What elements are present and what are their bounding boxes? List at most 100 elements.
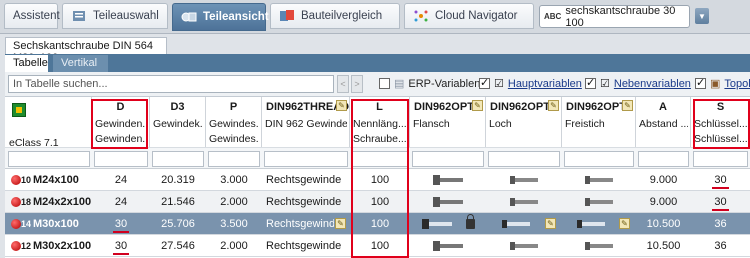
bolt-icon: [510, 242, 538, 251]
tab-bauteilvergleich[interactable]: Bauteilvergleich: [270, 3, 400, 29]
cell-l: 100: [370, 240, 390, 252]
filter-input-opt2[interactable]: [488, 151, 560, 167]
prev-button[interactable]: <: [337, 75, 349, 93]
cell-d: 30: [92, 235, 150, 257]
pencil-icon[interactable]: ✎: [619, 218, 630, 229]
topo-option[interactable]: ▣ Topolo: [695, 76, 750, 90]
cell-opt1: [410, 169, 486, 191]
tab-assistent-label: Assistent: [13, 10, 60, 22]
tab-teileauswahl[interactable]: Teileauswahl: [62, 3, 168, 29]
cell-s: 30: [691, 169, 750, 191]
search-dropdown-button[interactable]: ▼: [695, 8, 709, 24]
column-header-opt1[interactable]: DIN962OPT1 ✎ Flansch: [410, 97, 486, 147]
tab-teileansicht-label: Teileansicht: [203, 11, 269, 23]
filter-input-opt4[interactable]: [564, 151, 634, 167]
pencil-icon[interactable]: ✎: [545, 218, 556, 229]
cell-d3: 25.706: [161, 218, 195, 230]
column-header-opt4[interactable]: DIN962OPT4 ✎ Freistich: [562, 97, 636, 147]
tab-teileauswahl-label: Teileauswahl: [93, 10, 159, 22]
cell-p: 2.000: [220, 196, 248, 208]
filter-input-name[interactable]: [8, 151, 90, 167]
tab-assistent[interactable]: Assistent: [4, 3, 60, 29]
pencil-icon[interactable]: ✎: [622, 100, 633, 111]
tab-tabelle[interactable]: Tabelle: [5, 55, 48, 72]
cell-a: 10.500: [646, 240, 681, 252]
column-header-p[interactable]: P Gewindes... Gewindes...: [206, 97, 262, 147]
row-name: M30x100: [33, 218, 79, 230]
database-icon: ▤: [394, 78, 405, 90]
cell-opt1: [410, 235, 486, 257]
column-header-opt2[interactable]: DIN962OPT2 ✎ Loch: [486, 97, 562, 147]
erp-checkbox[interactable]: [379, 78, 390, 89]
cell-l: 100: [370, 174, 390, 186]
part-title: Sechskantschraube DIN 564 M30x100: [5, 37, 167, 64]
column-header-a[interactable]: A Abstand ...: [636, 97, 691, 147]
cell-opt4: [562, 169, 636, 191]
filter-input-l[interactable]: [352, 151, 408, 167]
table-row[interactable]: 12 M30x2x100 30 27.546 2.000 Rechtsgewin…: [5, 235, 750, 257]
main-vars-option[interactable]: ☑ Hauptvariablen: [479, 76, 582, 90]
column-header-thread[interactable]: DIN962THREAD ✎ DIN 962 Gewinde: [262, 97, 350, 147]
erp-option[interactable]: ▤ ERP-Variablen: [379, 77, 480, 90]
filter-input-opt1[interactable]: [412, 151, 484, 167]
search-value: sechskantschraube 30 100: [565, 4, 676, 29]
status-dot-icon: [11, 219, 21, 229]
filter-input-a[interactable]: [638, 151, 689, 167]
book-icon: [71, 9, 87, 23]
tab-vertikal[interactable]: Vertikal: [53, 55, 108, 72]
main-vars-checkbox[interactable]: [479, 76, 490, 89]
view-tab-bar: Tabelle Vertikal: [5, 54, 750, 72]
side-vars-checkbox[interactable]: [585, 76, 596, 89]
cell-s: 36: [714, 218, 727, 230]
side-vars-option[interactable]: ☑ Nebenvariablen: [585, 76, 691, 90]
table-row[interactable]: 18 M24x2x100 24 21.546 2.000 Rechtsgewin…: [5, 191, 750, 213]
cell-d: 30: [92, 213, 150, 235]
cell-d3: 27.546: [161, 240, 195, 252]
filter-row: [5, 147, 750, 169]
column-header-l[interactable]: L Nennläng... Schraube...: [350, 97, 410, 147]
fulltext-search-input[interactable]: ABC sechskantschraube 30 100: [539, 4, 690, 29]
filter-input-p[interactable]: [208, 151, 260, 167]
cell-opt2: [486, 169, 562, 191]
row-name: M24x100: [33, 174, 79, 186]
filter-input-d[interactable]: [94, 151, 148, 167]
status-dot-icon: [11, 197, 21, 207]
cell-a: 9.000: [649, 196, 678, 208]
cell-opt4: [562, 235, 636, 257]
bolt-icon: [502, 220, 530, 229]
next-button[interactable]: >: [351, 75, 363, 93]
pencil-icon[interactable]: ✎: [472, 100, 483, 111]
topo-link[interactable]: Topolo: [724, 78, 750, 90]
chevron-down-icon: ▼: [698, 11, 706, 21]
table-search-input[interactable]: In Tabelle suchen...: [8, 75, 334, 93]
bolt-icon: [585, 198, 613, 207]
tab-cloud-navigator[interactable]: Cloud Navigator: [404, 3, 534, 29]
tab-teileansicht[interactable]: Teileansicht: [172, 3, 269, 31]
geometry-icon[interactable]: [12, 103, 26, 117]
cell-opt1: [410, 213, 486, 235]
topo-checkbox[interactable]: [695, 76, 706, 89]
column-header-d[interactable]: D Gewinden... Gewinden...: [92, 97, 150, 147]
checklist-icon: ☑: [600, 78, 610, 90]
cell-opt4: [562, 213, 620, 235]
filter-input-thread[interactable]: [264, 151, 348, 167]
table-row-selected[interactable]: 14 M30x100 30 25.706 3.500 Rechtsgewinde…: [5, 213, 750, 235]
filter-input-d3[interactable]: [152, 151, 204, 167]
column-header-s[interactable]: S Schlüssel... Schlüssel...: [691, 97, 750, 147]
variant-table: eClass 7.1 D Gewinden... Gewinden... D3 …: [5, 97, 750, 258]
lock-icon: [465, 214, 475, 230]
side-vars-link[interactable]: Nebenvariablen: [614, 78, 691, 90]
pencil-icon[interactable]: ✎: [548, 100, 559, 111]
pencil-icon[interactable]: ✎: [335, 218, 346, 229]
table-row[interactable]: 10 M24x100 24 20.319 3.000 Rechtsgewinde…: [5, 169, 750, 191]
bolt-icon: [510, 176, 538, 185]
bolt-icon: [510, 198, 538, 207]
filter-input-s[interactable]: [693, 151, 748, 167]
main-vars-link[interactable]: Hauptvariablen: [508, 78, 582, 90]
cell-thread: Rechtsgewinde: [266, 218, 334, 230]
column-header-d3[interactable]: D3 Gewindek...: [150, 97, 206, 147]
column-header-name: eClass 7.1: [5, 97, 92, 149]
pencil-icon[interactable]: ✎: [336, 100, 347, 111]
cell-a: 9.000: [649, 174, 678, 186]
cell-a: 10.500: [646, 218, 681, 230]
